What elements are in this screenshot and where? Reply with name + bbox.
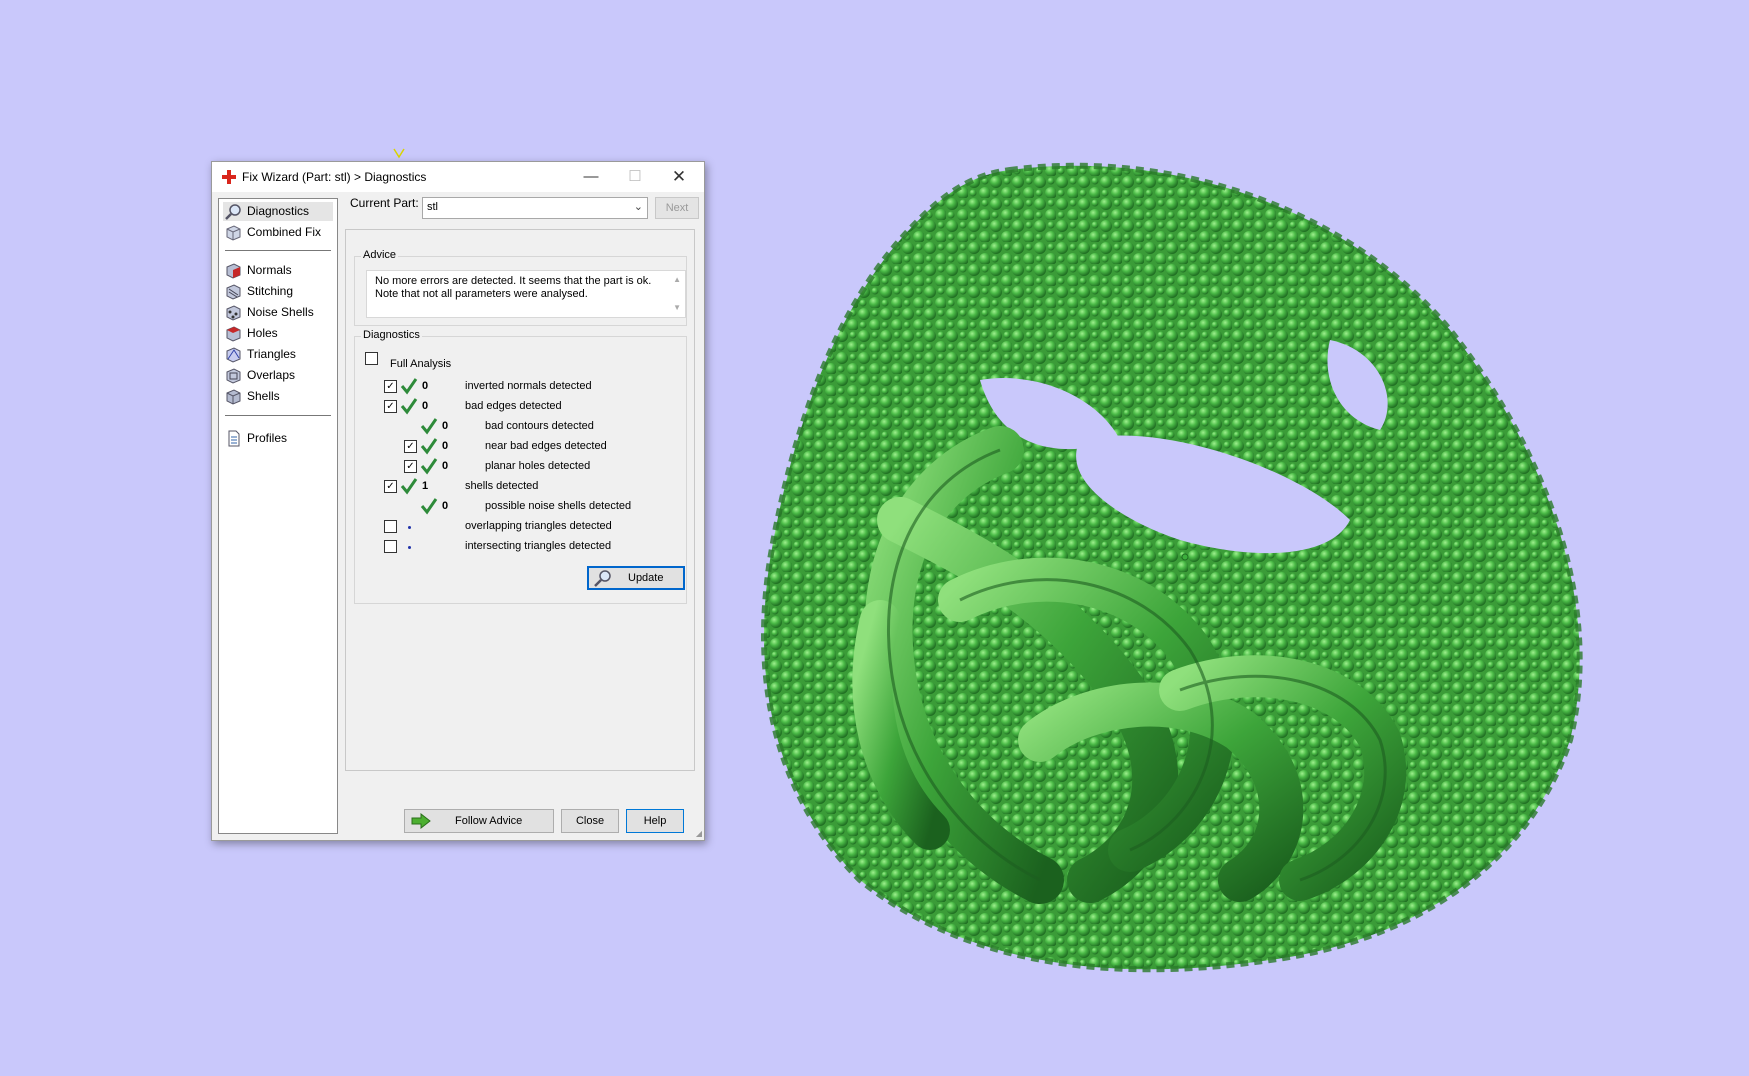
row-label: intersecting triangles detected	[465, 540, 612, 552]
wizard-sidebar: Diagnostics Combined Fix Normals Stitchi…	[218, 198, 338, 834]
row-label: near bad edges detected	[485, 440, 607, 452]
cube-overlap-icon	[226, 368, 241, 384]
cube-red-icon	[226, 263, 241, 279]
follow-advice-button[interactable]: Follow Advice	[404, 809, 554, 833]
close-button[interactable]: Close	[561, 809, 619, 833]
row-value: 0	[442, 500, 449, 512]
inverted-normals-checkbox[interactable]: ✓	[384, 380, 397, 393]
green-check-icon	[420, 498, 438, 515]
magnifier-icon	[594, 570, 611, 587]
advice-group: Advice No more errors are detected. It s…	[354, 249, 687, 326]
scroll-down-icon[interactable]: ▼	[673, 303, 681, 312]
document-icon	[228, 430, 240, 447]
sidebar-item-triangles[interactable]: Triangles	[223, 345, 333, 364]
row-label: possible noise shells detected	[485, 500, 632, 512]
help-button[interactable]: Help	[626, 809, 684, 833]
title-bar[interactable]: Fix Wizard (Part: stl) > Diagnostics — ☐…	[212, 162, 704, 192]
pending-dot-icon	[408, 546, 411, 549]
cube-shells-icon	[226, 389, 241, 405]
current-part-select[interactable]: stl ⌄	[422, 197, 648, 219]
sidebar-divider	[225, 250, 331, 251]
green-check-icon	[420, 438, 438, 455]
overlapping-triangles-checkbox[interactable]	[384, 520, 397, 533]
sidebar-item-diagnostics[interactable]: Diagnostics	[223, 202, 333, 221]
chevron-down-icon: ⌄	[633, 201, 643, 213]
row-value: 0	[442, 440, 449, 452]
sidebar-item-normals[interactable]: Normals	[223, 261, 333, 280]
planar-holes-checkbox[interactable]: ✓	[404, 460, 417, 473]
update-button[interactable]: Update	[587, 566, 685, 590]
sidebar-item-combined-fix[interactable]: Combined Fix	[223, 223, 333, 242]
scroll-up-icon[interactable]: ▲	[673, 275, 681, 284]
cube-noise-icon	[226, 305, 241, 321]
cube-hole-icon	[226, 326, 241, 342]
green-check-icon	[420, 458, 438, 475]
sidebar-divider	[225, 415, 331, 416]
advice-text: No more errors are detected. It seems th…	[375, 275, 652, 300]
green-check-icon	[400, 378, 418, 395]
cube-icon	[226, 225, 241, 241]
intersecting-triangles-checkbox[interactable]	[384, 540, 397, 553]
magnifier-icon	[225, 204, 241, 220]
row-label: bad contours detected	[485, 420, 594, 432]
green-check-icon	[400, 398, 418, 415]
row-label: planar holes detected	[485, 460, 591, 472]
advice-title: Advice	[361, 249, 399, 261]
row-label: bad edges detected	[465, 400, 562, 412]
window-title: Fix Wizard (Part: stl) > Diagnostics	[242, 170, 427, 184]
green-check-icon	[420, 418, 438, 435]
pending-dot-icon	[408, 526, 411, 529]
row-value: 0	[442, 460, 449, 472]
near-bad-edges-checkbox[interactable]: ✓	[404, 440, 417, 453]
full-analysis-checkbox[interactable]	[365, 352, 378, 365]
row-value: 1	[422, 480, 429, 492]
advice-textbox[interactable]: No more errors are detected. It seems th…	[366, 270, 686, 318]
diagnostics-group: Diagnostics Full Analysis ✓ 0 inverted n…	[354, 329, 687, 604]
row-label: inverted normals detected	[465, 380, 592, 392]
sidebar-item-noise-shells[interactable]: Noise Shells	[223, 303, 333, 322]
red-cross-icon	[222, 170, 236, 184]
close-icon[interactable]: ✕	[657, 162, 701, 192]
diagnostics-panel: Advice No more errors are detected. It s…	[345, 229, 695, 771]
green-check-icon	[400, 478, 418, 495]
row-value: 0	[442, 420, 449, 432]
cube-stitch-icon	[226, 284, 241, 300]
sidebar-item-overlaps[interactable]: Overlaps	[223, 366, 333, 385]
sidebar-item-holes[interactable]: Holes	[223, 324, 333, 343]
bad-edges-checkbox[interactable]: ✓	[384, 400, 397, 413]
sidebar-item-shells[interactable]: Shells	[223, 387, 333, 406]
cube-triangle-icon	[226, 347, 241, 363]
current-part-label: Current Part:	[350, 196, 419, 210]
row-label: overlapping triangles detected	[465, 520, 612, 532]
fix-wizard-dialog: Fix Wizard (Part: stl) > Diagnostics — ☐…	[211, 161, 705, 841]
resize-grip-icon[interactable]: ◢	[696, 829, 702, 838]
minimize-icon[interactable]: —	[569, 162, 613, 192]
next-button[interactable]: Next	[655, 197, 699, 219]
sidebar-item-profiles[interactable]: Profiles	[223, 429, 333, 448]
current-part-value: stl	[427, 201, 438, 213]
green-3d-model[interactable]	[740, 150, 1610, 980]
maximize-icon[interactable]: ☐	[613, 162, 657, 192]
row-value: 0	[422, 400, 429, 412]
green-arrow-icon	[411, 813, 431, 829]
row-value: 0	[422, 380, 429, 392]
sidebar-item-stitching[interactable]: Stitching	[223, 282, 333, 301]
shells-checkbox[interactable]: ✓	[384, 480, 397, 493]
row-label: shells detected	[465, 480, 539, 492]
mouse-cursor-icon	[393, 148, 405, 159]
diagnostics-title: Diagnostics	[361, 329, 422, 341]
full-analysis-label: Full Analysis	[390, 358, 452, 370]
